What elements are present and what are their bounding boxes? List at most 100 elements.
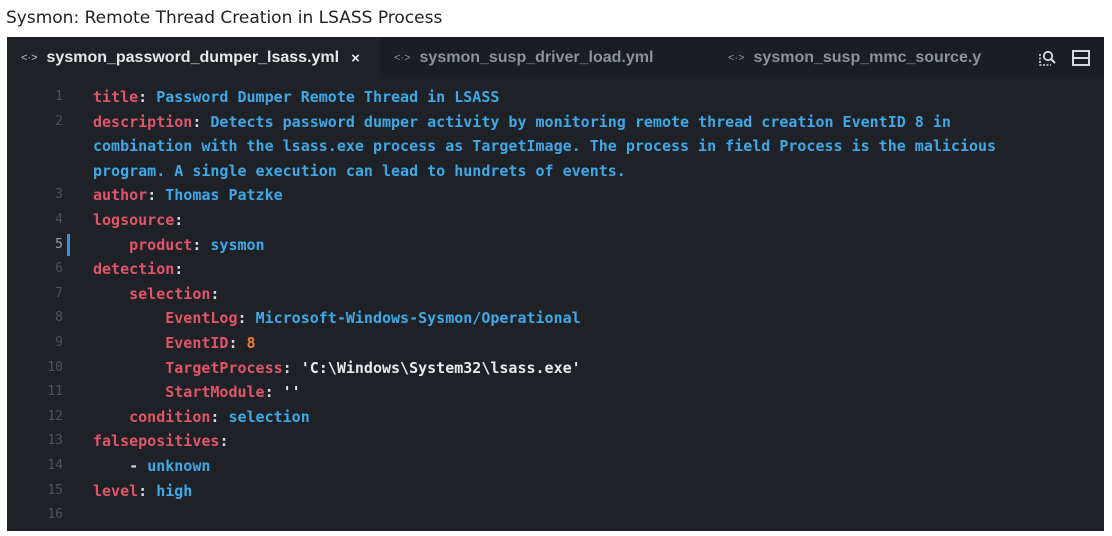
line-number: 3: [55, 187, 63, 203]
tab-label: sysmon_password_dumper_lsass.yml: [46, 49, 340, 66]
yaml-separator: :: [174, 260, 184, 279]
yaml-separator: :: [219, 432, 229, 451]
code-line[interactable]: 3 author: Thomas Patzke: [7, 183, 1104, 208]
code-line[interactable]: 6 detection:: [7, 257, 1104, 282]
code-line[interactable]: 8 EventLog: Microsoft-Windows-Sysmon/Ope…: [7, 306, 1104, 331]
line-text: falsepositives:: [93, 429, 228, 454]
code-line[interactable]: 13 falsepositives:: [7, 429, 1104, 454]
yaml-key: detection: [93, 260, 175, 279]
page-caption: Sysmon: Remote Thread Creation in LSASS …: [6, 8, 443, 28]
line-number: 16: [47, 507, 63, 523]
tab-bar: <·> sysmon_password_dumper_lsass.yml × <…: [7, 37, 1104, 79]
code-line[interactable]: 7 selection:: [7, 282, 1104, 307]
yaml-value: program. A single execution can lead to …: [93, 161, 626, 180]
file-code-icon: <·>: [394, 52, 411, 64]
line-text: description: Detects password dumper act…: [93, 110, 951, 135]
yaml-value: high: [156, 481, 193, 500]
line-number: 7: [55, 285, 63, 301]
line-number: 2: [55, 113, 63, 129]
yaml-value: Thomas Patzke: [165, 186, 283, 205]
editor-actions: [1020, 37, 1104, 79]
tab-sysmon-susp-mmc-source[interactable]: <·> sysmon_susp_mmc_source.y: [714, 37, 994, 79]
code-line[interactable]: program. A single execution can lead to …: [7, 159, 1104, 184]
yaml-value: selection: [228, 407, 310, 426]
line-number: 6: [55, 261, 63, 277]
yaml-separator: :: [210, 407, 229, 426]
file-code-icon: <·>: [728, 52, 745, 64]
line-number: 13: [47, 433, 63, 449]
tab-sysmon-susp-driver-load[interactable]: <·> sysmon_susp_driver_load.yml: [380, 37, 714, 79]
line-number: 1: [55, 89, 63, 104]
tab-sysmon-password-dumper-lsass[interactable]: <·> sysmon_password_dumper_lsass.yml ×: [7, 37, 380, 79]
line-text: logsource:: [93, 208, 183, 233]
yaml-value: sysmon: [210, 235, 265, 254]
tab-label: sysmon_susp_driver_load.yml: [419, 49, 654, 66]
code-area[interactable]: 1 title: Password Dumper Remote Thread in…: [7, 85, 1104, 528]
yaml-value: 'C:\Windows\System32\lsass.exe': [300, 358, 581, 377]
code-line[interactable]: 4 logsource:: [7, 208, 1104, 233]
line-number: 14: [47, 457, 63, 473]
code-line[interactable]: 10 TargetProcess: 'C:\Windows\System32\l…: [7, 356, 1104, 381]
tab-label: sysmon_susp_mmc_source.y: [753, 49, 982, 66]
code-line[interactable]: 1 title: Password Dumper Remote Thread in…: [7, 85, 1104, 110]
code-line[interactable]: 9 EventID: 8: [7, 331, 1104, 356]
yaml-key: falsepositives: [93, 432, 220, 451]
yaml-value: '': [282, 383, 301, 402]
yaml-separator: -: [129, 456, 148, 475]
code-line[interactable]: 15 level: high: [7, 479, 1104, 504]
close-icon[interactable]: ×: [351, 50, 360, 67]
line-number: 10: [47, 359, 63, 375]
line-text: combination with the lsass.exe process a…: [93, 134, 996, 159]
code-line[interactable]: 5 product: sysmon: [7, 233, 1104, 258]
yaml-separator: :: [192, 112, 211, 131]
current-line-marker: [67, 233, 70, 256]
yaml-value: Microsoft-Windows-Sysmon/Operational: [255, 309, 581, 328]
line-number: 15: [47, 482, 63, 498]
code-line[interactable]: 16: [7, 503, 1104, 528]
yaml-separator: :: [174, 210, 184, 229]
line-number: [7, 159, 93, 184]
line-text: detection:: [93, 257, 183, 282]
search-preview-icon[interactable]: [1034, 45, 1060, 71]
line-text: EventLog: Microsoft-Windows-Sysmon/Opera…: [93, 306, 581, 331]
code-line[interactable]: 12 condition: selection: [7, 405, 1104, 430]
yaml-key: TargetProcess: [165, 358, 283, 377]
yaml-separator: :: [138, 88, 157, 106]
line-text: title: Password Dumper Remote Thread in …: [93, 85, 499, 110]
yaml-value: combination with the lsass.exe process a…: [93, 137, 997, 156]
line-text: product: sysmon: [93, 233, 265, 258]
yaml-key: product: [129, 235, 193, 254]
code-line[interactable]: combination with the lsass.exe process a…: [7, 134, 1104, 159]
yaml-separator: :: [210, 284, 220, 303]
code-line[interactable]: 11 StartModule: '': [7, 380, 1104, 405]
yaml-separator: :: [228, 333, 247, 352]
yaml-key: level: [93, 481, 139, 500]
file-code-icon: <·>: [21, 52, 38, 64]
code-line[interactable]: 2 description: Detects password dumper ac…: [7, 110, 1104, 135]
line-number: 4: [55, 211, 63, 227]
split-editor-icon[interactable]: [1068, 45, 1094, 71]
line-text: level: high: [93, 479, 192, 504]
yaml-key: selection: [129, 284, 211, 303]
yaml-separator: :: [237, 309, 256, 328]
yaml-key: logsource: [93, 210, 175, 229]
yaml-value: Password Dumper Remote Thread in LSASS: [156, 88, 500, 106]
line-number: 12: [47, 408, 63, 424]
yaml-value: Detects password dumper activity by moni…: [210, 112, 951, 131]
yaml-separator: :: [147, 186, 166, 205]
code-line[interactable]: 14 - unknown: [7, 454, 1104, 479]
line-number: 5: [55, 236, 63, 252]
line-number: 9: [55, 334, 63, 350]
yaml-key: StartModule: [165, 383, 265, 402]
yaml-value: unknown: [147, 456, 211, 475]
yaml-key: EventLog: [165, 309, 238, 328]
line-number: 8: [55, 310, 63, 326]
